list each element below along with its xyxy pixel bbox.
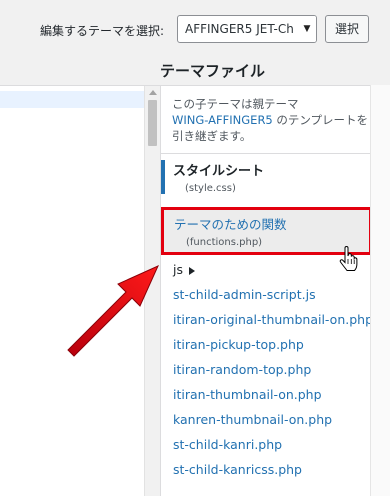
file-link[interactable]: itiran-random-top.php	[173, 362, 311, 377]
file-item-label: スタイルシート	[173, 164, 265, 179]
file-item-filename: (style.css)	[185, 183, 236, 194]
file-link[interactable]: st-child-admin-script.js	[173, 287, 316, 302]
code-editor[interactable]	[0, 85, 161, 496]
folder-js[interactable]: js	[173, 262, 195, 277]
editor-scrollbar[interactable]	[144, 86, 160, 496]
divider	[161, 153, 390, 154]
scroll-up-icon[interactable]	[149, 90, 157, 95]
scroll-thumb[interactable]	[148, 100, 157, 146]
theme-select-label: 編集するテーマを選択:	[40, 24, 165, 38]
file-link[interactable]: itiran-original-thumbnail-on.php	[173, 312, 373, 327]
active-line	[0, 91, 144, 108]
chevron-down-icon: ▼	[298, 16, 316, 42]
inherit-note-prefix: この子テーマは親テーマ	[172, 97, 299, 111]
triangle-right-icon	[189, 266, 195, 275]
file-link[interactable]: itiran-thumbnail-on.php	[173, 387, 322, 402]
file-item-label: テーマのための関数	[174, 217, 287, 232]
theme-select-value: AFFINGER5 JET-Ch	[185, 22, 294, 36]
file-link[interactable]: st-child-kanricss.php	[173, 462, 302, 477]
file-link[interactable]: itiran-pickup-top.php	[173, 337, 304, 352]
folder-label: js	[173, 262, 183, 277]
theme-files-panel: この子テーマは親テーマ WING-AFFINGER5 のテンプレートを引き継ぎます…	[161, 85, 390, 496]
file-item-stylesheet[interactable]: スタイルシート (style.css)	[161, 160, 390, 194]
file-link[interactable]: st-child-kanri.php	[173, 437, 282, 452]
theme-select[interactable]: AFFINGER5 JET-Ch ▼	[177, 15, 317, 43]
files-scrollbar[interactable]	[370, 85, 390, 496]
hand-pointer-icon	[339, 246, 358, 271]
file-link[interactable]: kanren-thumbnail-on.php	[173, 412, 332, 427]
parent-theme-link[interactable]: WING-AFFINGER5	[172, 113, 273, 127]
inherit-note: この子テーマは親テーマ WING-AFFINGER5 のテンプレートを引き継ぎます…	[172, 96, 377, 144]
theme-files-heading: テーマファイル	[160, 62, 266, 80]
select-button[interactable]: 選択	[325, 15, 369, 43]
